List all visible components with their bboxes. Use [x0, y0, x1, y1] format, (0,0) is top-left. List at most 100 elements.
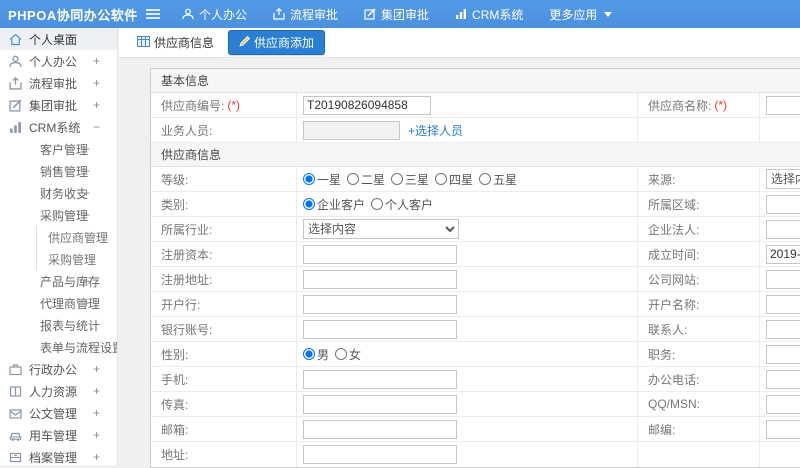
expand-plus-icon[interactable]: + [93, 406, 100, 420]
gender-option-male[interactable]: 男 [303, 346, 329, 363]
sidebar-item-vehicle-mgmt[interactable]: 用车管理 + [0, 424, 117, 446]
email-input[interactable] [303, 419, 457, 439]
fax-input[interactable] [303, 394, 457, 414]
founded-date-input[interactable] [766, 244, 800, 264]
expand-plus-icon[interactable]: + [83, 296, 90, 310]
sidebar-item-agent-mgmt[interactable]: 代理商管理 + [0, 292, 117, 314]
sidebar-item-document-mgmt[interactable]: 公文管理 + [0, 402, 117, 424]
expand-plus-icon[interactable]: + [93, 428, 100, 442]
sidebar-item-form-flow-settings[interactable]: 表单与流程设置+ [0, 336, 117, 358]
reg-capital-input[interactable] [303, 244, 457, 264]
expand-plus-icon[interactable]: + [93, 98, 100, 112]
sidebar-item-supplier-mgmt[interactable]: 供应商管理 [0, 226, 117, 248]
expand-plus-icon[interactable]: + [93, 450, 100, 464]
nav-crm-system[interactable]: CRM系统 [455, 6, 523, 23]
nav-label: 个人办公 [199, 7, 248, 22]
qq-msn-input[interactable] [766, 394, 800, 414]
category-radio[interactable] [371, 198, 384, 210]
supplier-name-input[interactable] [766, 95, 800, 115]
sidebar-item-product-inventory[interactable]: 产品与库存 + [0, 270, 117, 292]
supplier-no-input[interactable] [303, 95, 431, 115]
level-radio[interactable] [435, 173, 448, 185]
nav-group-approval[interactable]: 集团审批 [364, 6, 429, 23]
level-radio[interactable] [479, 173, 492, 185]
nav-personal-office[interactable]: 个人办公 [182, 6, 247, 23]
bank-input[interactable] [303, 294, 457, 314]
sidebar-item-workflow-approval[interactable]: 流程审批 + [0, 72, 117, 94]
category-option-company[interactable]: 企业客户 [303, 196, 365, 213]
source-select[interactable]: 选择内容 [766, 169, 800, 189]
level-radio[interactable] [303, 173, 315, 185]
level-option-4[interactable]: 四星 [435, 171, 473, 188]
level-option-2[interactable]: 二星 [347, 171, 385, 188]
expand-plus-icon[interactable]: + [83, 164, 90, 178]
collapse-minus-icon[interactable]: − [93, 120, 100, 134]
hamburger-menu-icon[interactable] [146, 8, 160, 20]
business-person-input[interactable] [303, 120, 400, 140]
choose-person-link[interactable]: +选择人员 [408, 122, 463, 139]
expand-plus-icon[interactable]: + [83, 274, 90, 288]
source-label: 来源: [637, 167, 760, 191]
sidebar-item-admin-office[interactable]: 行政办公 + [0, 358, 117, 380]
tab-label: 供应商信息 [154, 36, 215, 50]
category-option-person[interactable]: 个人客户 [371, 196, 433, 213]
tab-supplier-add[interactable]: 供应商添加 [228, 30, 326, 55]
sidebar-item-reports-stats[interactable]: 报表与统计 [0, 314, 117, 336]
bank-account-input[interactable] [303, 319, 457, 339]
industry-label: 所属行业: [151, 217, 297, 241]
sidebar-item-label: 产品与库存 [40, 274, 101, 289]
sidebar-item-sales-mgmt[interactable]: 销售管理 + [0, 160, 117, 182]
sidebar-item-personal-desktop[interactable]: 个人桌面 [0, 28, 117, 50]
reg-address-input[interactable] [303, 269, 457, 289]
zip-input[interactable] [766, 419, 800, 439]
share-box-icon [273, 8, 285, 20]
sidebar-item-purchase-mgmt[interactable]: 采购管理 − [0, 204, 117, 226]
level-radio[interactable] [391, 173, 404, 185]
mobile-input[interactable] [303, 369, 457, 389]
address-input[interactable] [303, 445, 457, 464]
expand-plus-icon[interactable]: + [83, 142, 90, 156]
tab-supplier-info[interactable]: 供应商信息 [131, 31, 220, 54]
expand-plus-icon[interactable]: + [93, 54, 100, 68]
level-option-5[interactable]: 五星 [479, 171, 517, 188]
collapse-minus-icon[interactable]: − [83, 208, 90, 222]
caret-down-icon [604, 11, 613, 17]
position-input[interactable] [766, 344, 800, 364]
sidebar-item-purchasing[interactable]: 采购管理 [0, 248, 117, 270]
email-cell [297, 417, 637, 441]
pencil-icon [239, 35, 251, 50]
sidebar-item-label: CRM系统 [29, 120, 81, 135]
level-option-1[interactable]: 一星 [303, 171, 341, 188]
gender-radio[interactable] [303, 348, 315, 360]
sidebar-item-group-approval[interactable]: 集团审批 + [0, 94, 117, 116]
gender-radio[interactable] [335, 348, 348, 360]
contact-input[interactable] [766, 319, 800, 339]
expand-plus-icon[interactable]: + [83, 186, 90, 200]
industry-select[interactable]: 选择内容 [303, 219, 459, 239]
sidebar-item-finance[interactable]: 财务收支 + [0, 182, 117, 204]
office-phone-input[interactable] [766, 369, 800, 389]
nav-workflow-approval[interactable]: 流程审批 [273, 6, 338, 23]
region-input[interactable] [766, 194, 800, 214]
office-phone-cell [760, 367, 800, 391]
category-radio[interactable] [303, 198, 315, 210]
expand-plus-icon[interactable]: + [93, 384, 100, 398]
sidebar-item-personal-office[interactable]: 个人办公 + [0, 50, 117, 72]
sidebar-item-archive-mgmt[interactable]: 档案管理 + [0, 446, 117, 465]
legal-person-cell [760, 217, 800, 241]
user-icon [9, 55, 22, 68]
level-radio[interactable] [347, 173, 360, 185]
nav-more-apps[interactable]: 更多应用 [549, 6, 613, 23]
legal-person-input[interactable] [766, 219, 800, 239]
sidebar-item-crm-system[interactable]: CRM系统 − [0, 116, 117, 138]
sidebar-item-human-resources[interactable]: 人力资源 + [0, 380, 117, 402]
expand-plus-icon[interactable]: + [93, 76, 100, 90]
level-option-3[interactable]: 三星 [391, 171, 429, 188]
sidebar-item-customer-mgmt[interactable]: 客户管理 + [0, 138, 117, 160]
nav-label: 更多应用 [549, 7, 598, 22]
expand-plus-icon[interactable]: + [93, 362, 100, 376]
website-input[interactable] [766, 269, 800, 289]
gender-option-female[interactable]: 女 [335, 346, 361, 363]
account-name-input[interactable] [766, 294, 800, 314]
bank-account-cell [297, 317, 637, 341]
